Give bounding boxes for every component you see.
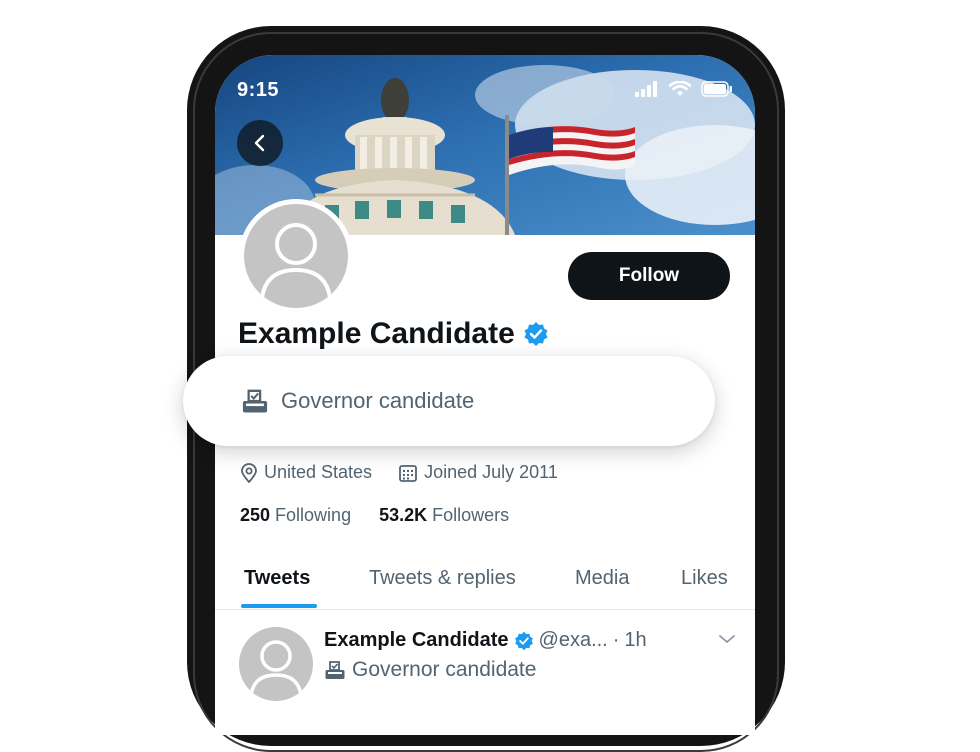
followers-label: Followers — [432, 505, 510, 525]
following-link[interactable]: 250 Following — [240, 505, 351, 526]
verified-badge-icon — [524, 322, 548, 346]
tab-media[interactable]: Media — [575, 567, 629, 590]
profile-tabs: Tweets Tweets & replies Media Likes — [215, 551, 755, 610]
followers-link[interactable]: 53.2K Followers — [379, 505, 509, 526]
calendar-icon — [399, 464, 417, 482]
active-tab-indicator — [241, 604, 317, 608]
candidate-label-text: Governor candidate — [281, 388, 475, 413]
profile-location-text: United States — [264, 462, 373, 482]
profile-meta-row: United States Joined July 2011 — [240, 462, 584, 483]
tweet-author-name[interactable]: Example Candidate — [324, 629, 509, 652]
profile-name: Example Candidate — [238, 317, 515, 350]
tweet-separator: · — [612, 629, 620, 651]
location-pin-icon — [241, 462, 257, 483]
tweet-header: Example Candidate @exa... · 1h — [324, 629, 647, 652]
ballot-box-icon — [242, 389, 268, 413]
battery-icon — [701, 81, 732, 97]
status-icons — [635, 81, 733, 97]
tweet-author-handle[interactable]: @exa... — [539, 629, 608, 652]
candidate-label-callout: Governor candidate — [183, 356, 715, 446]
tab-likes[interactable]: Likes — [681, 567, 728, 590]
tweet-candidate-label: Governor candidate — [324, 658, 536, 682]
followers-count: 53.2K — [379, 505, 428, 525]
tab-tweets[interactable]: Tweets — [244, 567, 310, 590]
following-label: Following — [275, 505, 352, 525]
chevron-down-icon[interactable] — [718, 633, 736, 645]
tweet-time[interactable]: 1h — [624, 629, 646, 652]
verified-badge-icon — [514, 631, 533, 650]
following-count: 250 — [240, 505, 271, 525]
tab-tweets-replies[interactable]: Tweets & replies — [369, 567, 516, 590]
back-arrow-icon — [254, 134, 265, 152]
back-button[interactable] — [237, 120, 283, 166]
profile-avatar[interactable] — [239, 199, 353, 313]
ballot-box-icon — [325, 661, 345, 679]
tweet-label-text: Governor candidate — [352, 658, 537, 681]
follow-stats: 250 Following 53.2K Followers — [240, 505, 537, 526]
profile-joined: Joined July 2011 — [398, 462, 558, 483]
wifi-icon — [669, 81, 691, 96]
profile-joined-text: Joined July 2011 — [424, 462, 558, 482]
follow-button[interactable]: Follow — [568, 252, 730, 300]
profile-location: United States — [240, 462, 372, 483]
signal-icon — [635, 81, 657, 97]
status-time: 9:15 — [237, 79, 280, 101]
tweet-avatar[interactable] — [239, 627, 313, 701]
profile-name-row: Example Candidate — [238, 317, 549, 351]
